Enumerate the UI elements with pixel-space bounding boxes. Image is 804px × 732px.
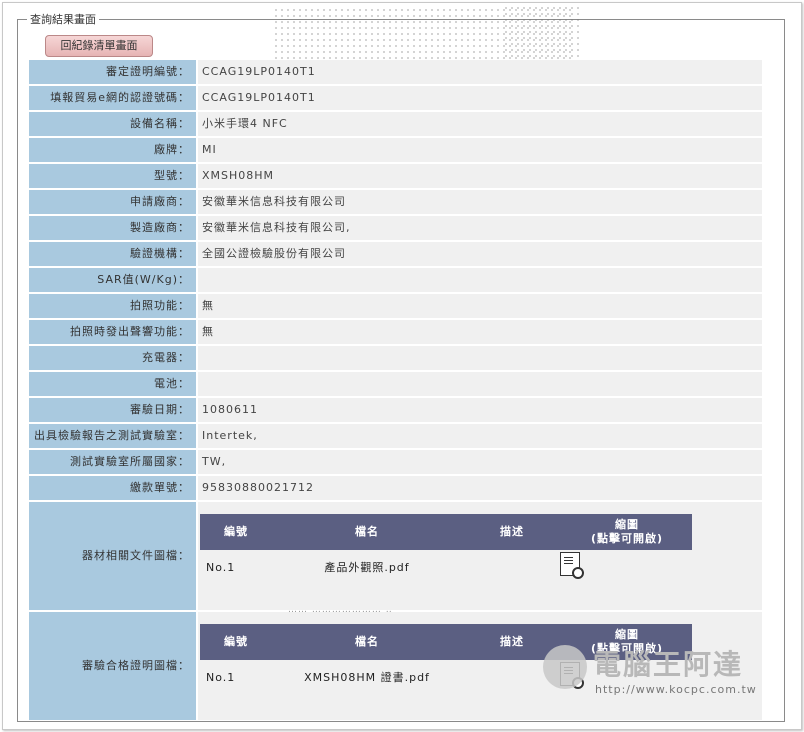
table-row: 測試實驗室所屬國家： TW, — [29, 450, 762, 474]
col-thumb: 縮圖 (點擊可開啟) — [562, 514, 692, 550]
back-to-list-button[interactable]: 回紀錄清單畫面 — [45, 35, 153, 57]
watermark-logo: 電腦王阿達 http://www.kocpc.com.tw — [543, 639, 773, 703]
field-label: 型號： — [29, 164, 196, 188]
field-value: CCAG19LP0140T1 — [198, 60, 762, 84]
table-row: 拍照時發出聲響功能：無 — [29, 320, 762, 344]
col-desc: 描述 — [500, 525, 524, 538]
field-value: 全國公證檢驗股份有限公司 — [198, 242, 762, 266]
watermark-title: 電腦王阿達 — [593, 648, 744, 681]
table-row: 製造廠商： 安徽華米信息科技有限公司, — [29, 216, 762, 240]
field-value: TW, — [198, 450, 762, 474]
table-row: 充電器： — [29, 346, 762, 370]
field-label: 填報貿易e網的認證號碼： — [29, 86, 196, 110]
field-label: 繳款單號： — [29, 476, 196, 500]
field-label: 驗證機構： — [29, 242, 196, 266]
col-filename: 檔名 — [355, 635, 379, 648]
col-thumb-label: 縮圖 — [615, 518, 639, 531]
field-value: 安徽華米信息科技有限公司, — [198, 216, 762, 240]
equipment-docs-header: 編號 檔名 描述 縮圖 (點擊可開啟) — [200, 514, 692, 550]
background-pattern-2 — [503, 5, 583, 65]
field-label: 拍照時發出聲響功能： — [29, 320, 196, 344]
table-row: 出具檢驗報告之測試實驗室： Intertek, — [29, 424, 762, 448]
page-frame: 查詢結果畫面 回紀錄清單畫面 審定證明編號： CCAG19LP0140T1 填報貿… — [2, 2, 802, 730]
table-row: 申請廠商： 安徽華米信息科技有限公司 — [29, 190, 762, 214]
table-row: 審驗日期： 1080611 — [29, 398, 762, 422]
field-label: 電池： — [29, 372, 196, 396]
field-label: 充電器： — [29, 346, 196, 370]
table-row: 型號： XMSH08HM — [29, 164, 762, 188]
file-no: No.1 — [206, 561, 236, 574]
table-row: 填報貿易e網的認證號碼： CCAG19LP0140T1 — [29, 86, 762, 110]
col-filename: 檔名 — [355, 525, 379, 538]
col-no: 編號 — [224, 635, 248, 648]
field-value: 95830880021712 — [198, 476, 762, 500]
field-label: 設備名稱： — [29, 112, 196, 136]
equipment-docs-label: 器材相關文件圖檔： — [29, 502, 196, 610]
col-no: 編號 — [224, 525, 248, 538]
equipment-docs-row: 器材相關文件圖檔： 編號 檔名 描述 縮圖 (點擊可開啟) No.1 產品外觀照.… — [29, 502, 762, 615]
field-value: 1080611 — [198, 398, 762, 422]
table-row: 繳款單號： 95830880021712 — [29, 476, 762, 500]
mascot-icon — [543, 645, 587, 689]
table-row: 電池： — [29, 372, 762, 396]
field-label: 審定證明編號： — [29, 60, 196, 84]
table-row: 拍照功能：無 — [29, 294, 762, 318]
pdf-preview-icon[interactable] — [560, 551, 584, 579]
col-thumb-hint: (點擊可開啟) — [590, 532, 664, 545]
file-no: No.1 — [206, 671, 236, 684]
field-label: 測試實驗室所屬國家： — [29, 450, 196, 474]
table-row: 審定證明編號： CCAG19LP0140T1 — [29, 60, 762, 84]
field-value: 小米手環4 NFC — [198, 112, 762, 136]
field-value — [198, 372, 762, 396]
field-label: 拍照功能： — [29, 294, 196, 318]
results-table: 審定證明編號： CCAG19LP0140T1 填報貿易e網的認證號碼： CCAG19… — [29, 60, 762, 722]
field-value: CCAG19LP0140T1 — [198, 86, 762, 110]
field-value: 無 — [198, 294, 762, 318]
field-value: Intertek, — [198, 424, 762, 448]
field-value: XMSH08HM — [198, 164, 762, 188]
equipment-docs-table: 編號 檔名 描述 縮圖 (點擊可開啟) No.1 產品外觀照.pdf — [200, 514, 692, 586]
field-label: SAR值(W/Kg)： — [29, 268, 196, 292]
field-value: MI — [198, 138, 762, 162]
field-value: 無 — [198, 320, 762, 344]
field-label: 審驗日期： — [29, 398, 196, 422]
watermark-url: http://www.kocpc.com.tw — [595, 683, 757, 696]
field-value — [198, 346, 762, 370]
table-row: 設備名稱： 小米手環4 NFC — [29, 112, 762, 136]
file-name: XMSH08HM 證書.pdf — [304, 671, 430, 684]
field-value — [198, 268, 762, 292]
equipment-docs-cell: 編號 檔名 描述 縮圖 (點擊可開啟) No.1 產品外觀照.pdf …… ………… — [198, 502, 762, 615]
results-legend: 查詢結果畫面 — [27, 11, 99, 27]
field-value: 安徽華米信息科技有限公司 — [198, 190, 762, 214]
field-label: 製造廠商： — [29, 216, 196, 240]
file-name: 產品外觀照.pdf — [324, 561, 410, 574]
table-row: 驗證機構： 全國公證檢驗股份有限公司 — [29, 242, 762, 266]
file-thumb[interactable] — [560, 551, 692, 585]
table-row: 廠牌： MI — [29, 138, 762, 162]
table-row: SAR值(W/Kg)： — [29, 268, 762, 292]
cert-docs-label: 審驗合格證明圖檔： — [29, 612, 196, 720]
field-label: 廠牌： — [29, 138, 196, 162]
equipment-docs-file-row: No.1 產品外觀照.pdf — [200, 550, 692, 586]
field-label: 出具檢驗報告之測試實驗室： — [29, 424, 196, 448]
field-label: 申請廠商： — [29, 190, 196, 214]
